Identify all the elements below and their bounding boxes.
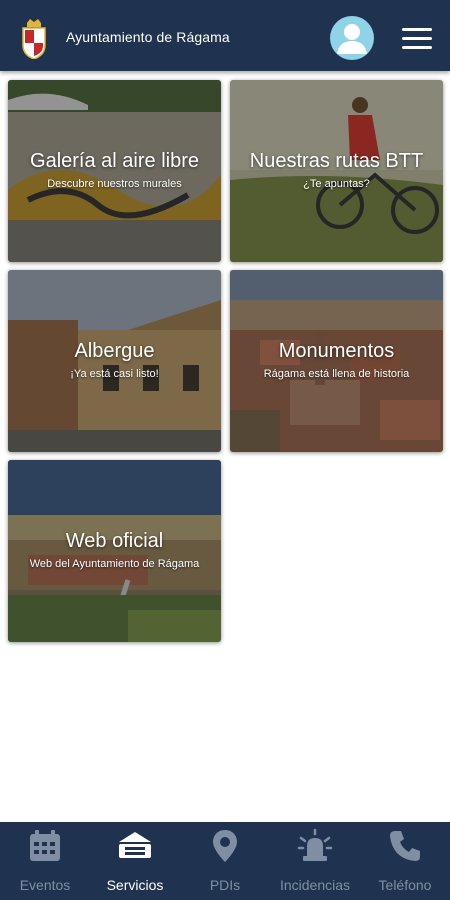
card-title: Nuestras rutas BTT — [249, 150, 424, 172]
hamburger-menu-button[interactable] — [400, 24, 434, 52]
card-subtitle: Rágama está llena de historia — [263, 368, 410, 380]
card-subtitle: ¿Te apuntas? — [303, 178, 370, 190]
tab-servicios[interactable]: Servicios — [90, 822, 180, 900]
hamburger-menu-icon — [402, 28, 432, 31]
card-rutas-btt[interactable]: Nuestras rutas BTT ¿Te apuntas? — [230, 80, 443, 262]
map-pin-icon — [213, 830, 237, 862]
card-subtitle: Web del Ayuntamiento de Rágama — [29, 558, 200, 570]
user-avatar-icon — [337, 24, 367, 54]
card-subtitle: ¡Ya está casi listo! — [70, 368, 159, 380]
coat-of-arms-icon — [22, 19, 46, 59]
tab-label: Eventos — [19, 877, 71, 893]
siren-icon — [297, 828, 333, 861]
tab-incidencias[interactable]: Incidencias — [270, 822, 360, 900]
tab-pdis[interactable]: PDIs — [180, 822, 270, 900]
tab-label: Incidencias — [279, 877, 351, 893]
card-galeria[interactable]: Galería al aire libre Descubre nuestros … — [8, 80, 221, 262]
tab-telefono[interactable]: Teléfono — [360, 822, 450, 900]
tab-eventos[interactable]: Eventos — [0, 822, 90, 900]
card-title: Monumentos — [278, 340, 395, 362]
user-avatar-button[interactable] — [330, 16, 374, 60]
app-title: Ayuntamiento de Rágama — [66, 29, 230, 45]
tab-label: Servicios — [106, 877, 164, 893]
card-web-oficial[interactable]: Web oficial Web del Ayuntamiento de Rága… — [8, 460, 221, 642]
card-monumentos[interactable]: Monumentos Rágama está llena de historia — [230, 270, 443, 452]
calendar-icon — [30, 830, 60, 861]
card-title: Albergue — [74, 340, 155, 362]
card-albergue[interactable]: Albergue ¡Ya está casi listo! — [8, 270, 221, 452]
card-title: Galería al aire libre — [30, 150, 199, 172]
tab-label: Teléfono — [378, 877, 432, 893]
card-title: Web oficial — [65, 530, 164, 552]
card-subtitle: Descubre nuestros murales — [47, 178, 182, 190]
phone-icon — [390, 831, 420, 861]
bottom-navigation: Eventos Servicios PDIs Incidencias Teléf… — [0, 822, 450, 900]
top-app-bar: Ayuntamiento de Rágama — [0, 0, 450, 71]
services-icon — [119, 832, 151, 858]
tab-label: PDIs — [209, 877, 241, 893]
